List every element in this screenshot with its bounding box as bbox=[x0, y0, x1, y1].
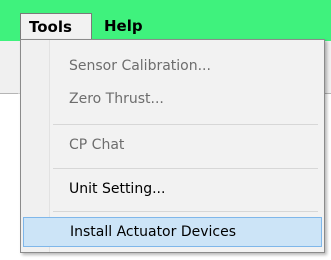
menu-item-sensor-calibration: Sensor Calibration... bbox=[69, 58, 211, 74]
menu-item-unit-setting[interactable]: Unit Setting... bbox=[23, 174, 322, 204]
menu-help[interactable]: Help bbox=[101, 13, 143, 39]
menu-item-cp-chat: CP Chat bbox=[69, 137, 125, 153]
menu-separator bbox=[53, 168, 318, 169]
menu-item-install-actuator-devices[interactable]: Install Actuator Devices bbox=[23, 217, 322, 247]
menu-separator bbox=[53, 124, 318, 125]
menu-item-zero-thrust: Zero Thrust... bbox=[69, 91, 164, 107]
background-divider bbox=[0, 93, 18, 94]
menu-bar: Tools Help bbox=[0, 0, 331, 41]
background-divider bbox=[325, 93, 331, 94]
tools-dropdown-menu: Sensor Calibration... Zero Thrust... CP … bbox=[20, 39, 325, 253]
menu-separator bbox=[53, 211, 318, 212]
menu-tools[interactable]: Tools bbox=[20, 13, 92, 39]
